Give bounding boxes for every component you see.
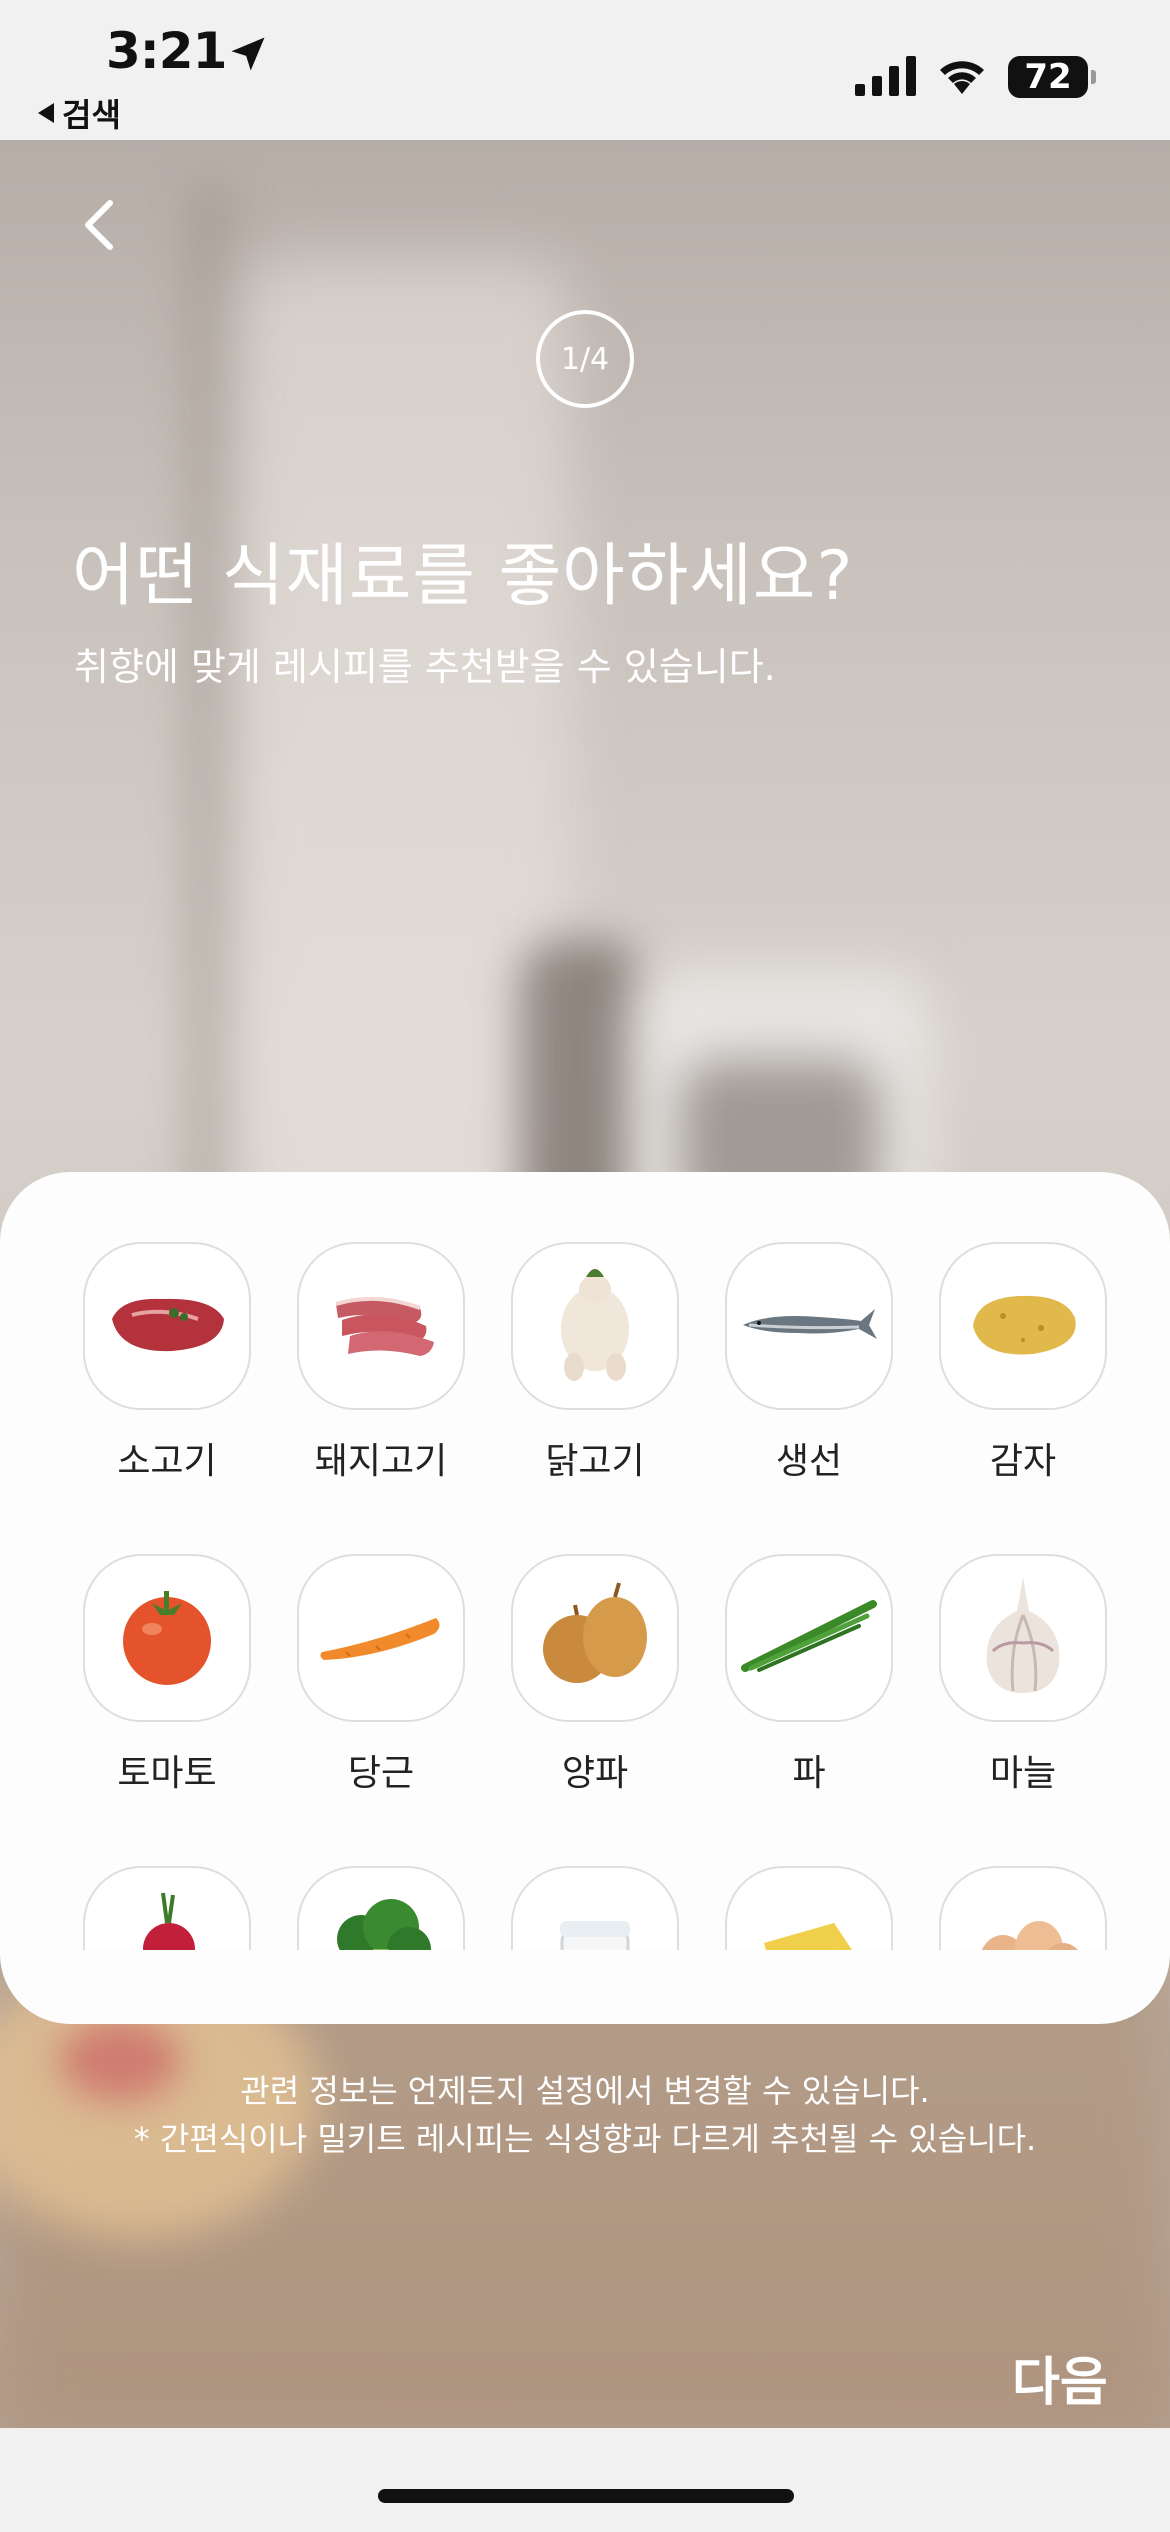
cellular-signal-icon [855, 56, 916, 96]
page-subtitle: 취향에 맞게 레시피를 추천받을 수 있습니다. [74, 645, 776, 689]
ingredient-grid: 소고기 돼지고기 닭고기 생선 감자토마토 당근 양파 파 마늘 [60, 1242, 1110, 1950]
fish-icon [739, 1299, 879, 1353]
ingredient-label: 생선 [775, 1441, 843, 1482]
ingredient-tile[interactable] [83, 1866, 251, 1950]
broccoli-icon [321, 1883, 441, 1950]
ingredient-item[interactable] [60, 1866, 274, 1950]
ingredient-tile[interactable] [511, 1554, 679, 1722]
carrot-icon [316, 1606, 446, 1670]
ingredient-item[interactable] [488, 1866, 702, 1950]
ingredient-item[interactable]: 당근 [274, 1554, 488, 1866]
home-indicator[interactable] [378, 2489, 794, 2503]
cheese-icon [744, 1883, 874, 1950]
egg-icon [953, 1883, 1093, 1950]
ingredient-selection-card: 소고기 돼지고기 닭고기 생선 감자토마토 당근 양파 파 마늘 [0, 1172, 1170, 2024]
ingredient-tile[interactable] [511, 1866, 679, 1950]
bottom-bar [0, 2428, 1170, 2532]
wifi-icon [940, 61, 984, 94]
yogurt-icon [540, 1883, 650, 1950]
location-arrow-icon [231, 37, 265, 71]
ingredient-tile[interactable] [725, 1242, 893, 1410]
chicken-icon [550, 1259, 640, 1393]
ingredient-tile[interactable] [297, 1866, 465, 1950]
ingredient-label: 당근 [347, 1753, 415, 1794]
ingredient-item[interactable]: 마늘 [916, 1554, 1110, 1866]
ingredient-tile[interactable] [297, 1242, 465, 1410]
beef-icon [102, 1289, 232, 1363]
ingredient-tile[interactable] [83, 1554, 251, 1722]
garlic-icon [973, 1571, 1073, 1705]
ingredient-tile[interactable] [83, 1242, 251, 1410]
ingredient-label: 양파 [561, 1753, 629, 1794]
ingredient-item[interactable]: 생선 [702, 1242, 916, 1554]
back-chevron-icon[interactable] [70, 195, 130, 255]
ingredient-tile[interactable] [511, 1242, 679, 1410]
ingredient-label: 돼지고기 [314, 1441, 448, 1482]
radish-icon [117, 1883, 217, 1950]
ingredient-item[interactable]: 양파 [488, 1554, 702, 1866]
ingredient-label: 소고기 [117, 1441, 217, 1482]
mealkit-note: * 간편식이나 밀키트 레시피는 식성향과 다르게 추천될 수 있습니다. [133, 2120, 1037, 2158]
step-indicator: 1/4 [536, 310, 634, 408]
ingredient-item[interactable] [702, 1866, 916, 1950]
ingredient-item[interactable]: 파 [702, 1554, 916, 1866]
potato-icon [963, 1284, 1083, 1368]
ingredient-tile[interactable] [297, 1554, 465, 1722]
green-onion-icon [739, 1596, 879, 1680]
ingredient-label: 닭고기 [545, 1441, 645, 1482]
ingredient-tile[interactable] [939, 1554, 1107, 1722]
ingredient-item[interactable]: 소고기 [60, 1242, 274, 1554]
ingredient-tile[interactable] [939, 1242, 1107, 1410]
ingredient-item[interactable] [916, 1866, 1110, 1950]
ingredient-label: 파 [792, 1753, 826, 1794]
ingredient-tile[interactable] [939, 1866, 1107, 1950]
ingredient-tile[interactable] [725, 1554, 893, 1722]
ingredient-label: 토마토 [117, 1753, 217, 1794]
ingredient-item[interactable]: 감자 [916, 1242, 1110, 1554]
back-to-app-link[interactable]: 검색 [38, 90, 121, 136]
ingredient-item[interactable] [274, 1866, 488, 1950]
ingredient-label: 감자 [989, 1441, 1057, 1482]
next-button[interactable]: 다음 [1012, 2340, 1108, 2415]
ingredient-item[interactable]: 돼지고기 [274, 1242, 488, 1554]
page-title: 어떤 식재료를 좋아하세요? [72, 537, 854, 616]
ingredient-label: 마늘 [989, 1753, 1057, 1794]
ingredient-item[interactable]: 닭고기 [488, 1242, 702, 1554]
clock: 3:21 [106, 22, 227, 80]
ingredient-tile[interactable] [725, 1866, 893, 1950]
pork-icon [316, 1284, 446, 1368]
ingredient-grid-scroll[interactable]: 소고기 돼지고기 닭고기 생선 감자토마토 당근 양파 파 마늘 [60, 1242, 1110, 1950]
ingredient-item[interactable]: 토마토 [60, 1554, 274, 1866]
tomato-icon [112, 1581, 222, 1695]
settings-note: 관련 정보는 언제든지 설정에서 변경할 수 있습니다. [240, 2072, 930, 2110]
battery-indicator: 72 [1008, 56, 1096, 98]
back-triangle-icon [38, 103, 54, 123]
status-bar: 3:21 검색 72 [0, 0, 1170, 140]
back-app-label: 검색 [62, 96, 121, 134]
onion-icon [535, 1581, 655, 1695]
